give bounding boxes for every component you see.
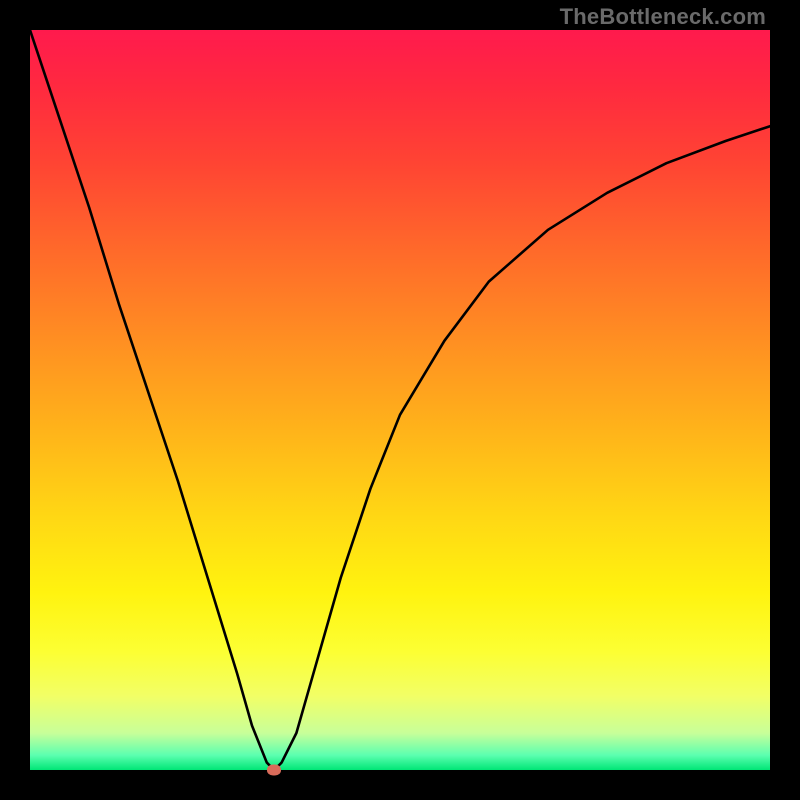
plot-area xyxy=(30,30,770,770)
bottleneck-curve xyxy=(30,30,770,770)
chart-frame: TheBottleneck.com xyxy=(0,0,800,800)
watermark-text: TheBottleneck.com xyxy=(560,4,766,30)
optimal-marker xyxy=(267,765,281,776)
